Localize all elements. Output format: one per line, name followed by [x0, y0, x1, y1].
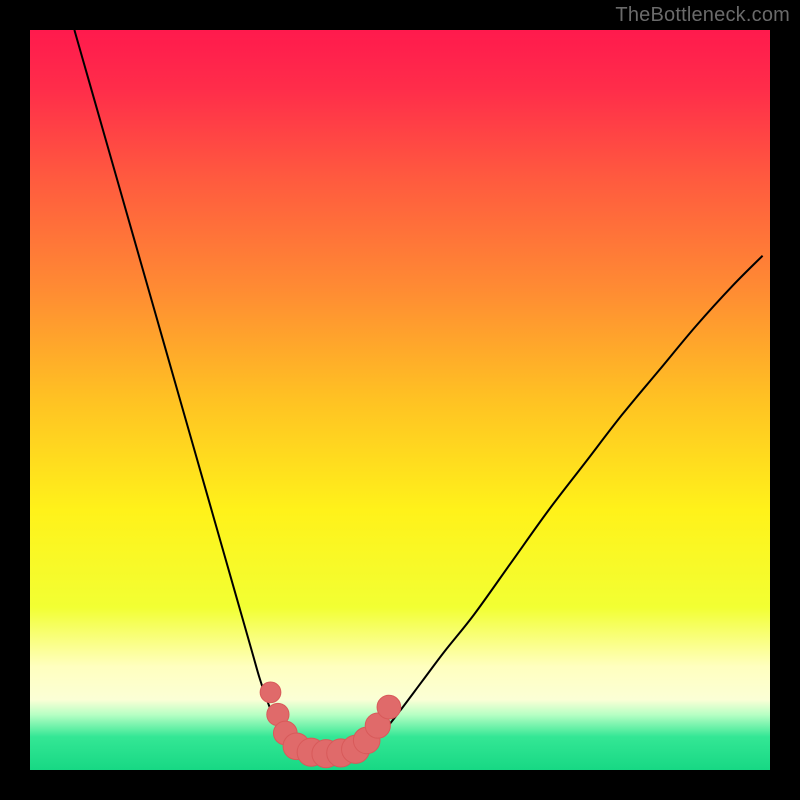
- marker-dot: [260, 682, 281, 703]
- gradient-background: [30, 30, 770, 770]
- marker-dot: [377, 695, 401, 719]
- watermark-text: TheBottleneck.com: [615, 4, 790, 27]
- chart-frame: TheBottleneck.com: [0, 0, 800, 800]
- chart-svg: [30, 30, 770, 770]
- plot-area: [30, 30, 770, 770]
